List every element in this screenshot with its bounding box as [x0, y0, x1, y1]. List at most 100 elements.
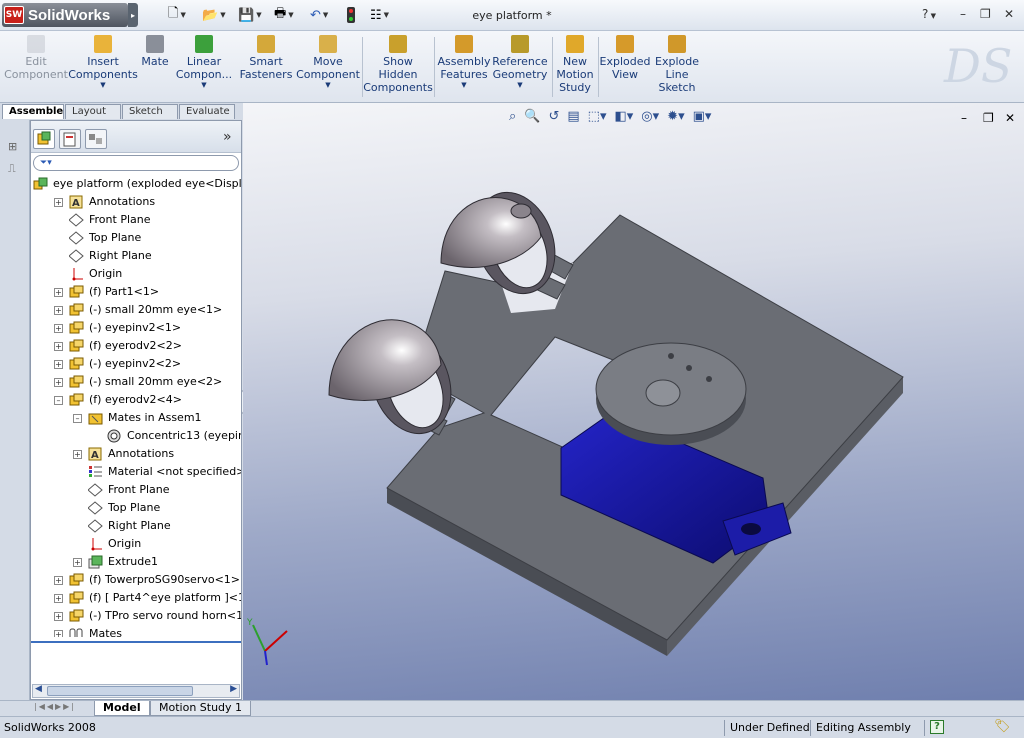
rebuild-button[interactable] [347, 6, 355, 24]
chevron-down-icon[interactable]: ▼ [325, 81, 330, 90]
chevron-down-icon[interactable]: ▼ [517, 81, 522, 90]
expand-icon[interactable]: + [54, 360, 63, 369]
feature-tree-tab[interactable] [33, 129, 55, 149]
open-button[interactable]: 📂 ▼ [202, 6, 226, 24]
tree-item[interactable]: + Mates [31, 625, 241, 637]
ribbon-button-1[interactable]: Insert Components ▼ [68, 35, 138, 101]
expand-icon[interactable]: + [54, 324, 63, 333]
tab-sketch[interactable]: Sketch [122, 104, 178, 119]
tree-item[interactable]: + (-) eyepinv2<2> [31, 355, 241, 373]
tree-item[interactable]: Material <not specified> [31, 463, 241, 481]
new-file-icon: 🗋 [168, 6, 179, 21]
undo-icon: ↶ [310, 7, 321, 23]
graphics-area[interactable]: ⌕ 🔍 ↺ ▤ ⬚▾ ◧▾ ◎▾ ✹▾ ▣▾ – ❐ ✕ Y [243, 103, 1024, 700]
ribbon-button-6[interactable]: Show Hidden Components [363, 35, 433, 101]
tab-model[interactable]: Model [94, 701, 150, 716]
help-button[interactable]: ? ▼ [922, 7, 936, 21]
tree-item[interactable]: Top Plane [31, 499, 241, 517]
tree-item[interactable]: + A Annotations [31, 193, 241, 211]
reference-geometry-icon [511, 35, 529, 53]
collapse-icon[interactable]: – [54, 396, 63, 405]
expand-icon[interactable]: + [54, 306, 63, 315]
close-button[interactable]: ✕ [1004, 7, 1014, 21]
ribbon-button-3[interactable]: Linear Compon... ▼ [174, 35, 234, 101]
tree-item[interactable]: eye platform (exploded eye<Display S [31, 175, 241, 193]
tree-item[interactable]: + A Annotations [31, 445, 241, 463]
tree-item[interactable]: Right Plane [31, 247, 241, 265]
expand-icon[interactable]: + [54, 576, 63, 585]
tab-layout[interactable]: Layout [65, 104, 121, 119]
ribbon-button-11[interactable]: Explode Line Sketch [652, 35, 702, 101]
tree-item[interactable]: Front Plane [31, 211, 241, 229]
scroll-thumb[interactable] [47, 686, 193, 696]
ribbon-button-2[interactable]: Mate [138, 35, 172, 101]
expand-icon[interactable]: + [54, 594, 63, 603]
minimize-button[interactable]: – [960, 7, 966, 21]
tree-horizontal-scrollbar[interactable]: ◀ ▶ [32, 684, 240, 698]
tab-assemble[interactable]: Assemble [2, 104, 64, 119]
collapse-icon[interactable]: – [73, 414, 82, 423]
ribbon-button-4[interactable]: Smart Fasteners [238, 35, 294, 101]
expand-icon[interactable]: + [54, 342, 63, 351]
expand-icon[interactable]: + [54, 378, 63, 387]
tree-item[interactable]: Top Plane [31, 229, 241, 247]
ribbon-button-10[interactable]: Exploded View [600, 35, 650, 101]
tab-nav-arrows[interactable]: |◀◀▶▶| [34, 702, 76, 711]
tree-item[interactable]: Concentric13 (eyepinv2<2 [31, 427, 241, 445]
expand-icon[interactable]: + [73, 558, 82, 567]
save-button[interactable]: 💾 ▼ [238, 6, 262, 24]
new-document-button[interactable]: 🗋 ▼ [168, 6, 186, 24]
ribbon-button-label: Insert [87, 55, 119, 68]
tree-item[interactable]: + (-) small 20mm eye<2> [31, 373, 241, 391]
tag-icon[interactable]: 🏷 [994, 719, 1011, 734]
horn-hole [668, 353, 674, 359]
expand-panel-icon[interactable]: » [223, 129, 232, 145]
command-manager: Edit Component Insert Components ▼ Mate Linear… [0, 31, 1024, 103]
tree-item[interactable]: Origin [31, 535, 241, 553]
tab-motion-study-1[interactable]: Motion Study 1 [150, 701, 252, 716]
print-button[interactable]: 🖶 ▼ [274, 6, 294, 24]
ribbon-button-0[interactable]: Edit Component [4, 35, 68, 101]
ribbon-button-label: Component [4, 68, 68, 81]
tree-item[interactable]: Origin [31, 265, 241, 283]
expand-icon[interactable]: + [54, 630, 63, 637]
property-manager-tab[interactable] [59, 129, 81, 149]
configuration-manager-tab[interactable] [85, 129, 107, 149]
ribbon-button-7[interactable]: Assembly Features ▼ [437, 35, 491, 101]
ribbon-button-5[interactable]: Move Component ▼ [296, 35, 360, 101]
tree-item[interactable]: – (f) eyerodv2<4> [31, 391, 241, 409]
scroll-left-icon[interactable]: ◀ [35, 684, 42, 694]
chevron-down-icon[interactable]: ▼ [100, 81, 105, 90]
tree-item[interactable]: + (f) [ Part4^eye platform ]<1> [31, 589, 241, 607]
filter-input[interactable]: ⏷▾ [33, 155, 239, 171]
chevron-down-icon[interactable]: ▼ [201, 81, 206, 90]
tree-item[interactable]: + (-) eyepinv2<1> [31, 319, 241, 337]
tree-item[interactable]: – Mates in Assem1 [31, 409, 241, 427]
expand-icon[interactable]: + [73, 450, 82, 459]
options-button[interactable]: ☷ ▼ [370, 6, 389, 24]
tree-item[interactable]: Front Plane [31, 481, 241, 499]
menu-expand-icon[interactable]: ▸ [128, 3, 138, 27]
expand-icon[interactable]: + [54, 612, 63, 621]
tree-item[interactable]: + (f) eyerodv2<2> [31, 337, 241, 355]
tree-item[interactable]: + (-) TPro servo round horn<1> [31, 607, 241, 625]
scroll-right-icon[interactable]: ▶ [230, 684, 237, 694]
tool-icon[interactable]: ⎍ [8, 162, 22, 176]
undo-button[interactable]: ↶ ▼ [310, 6, 328, 24]
chevron-down-icon[interactable]: ▼ [461, 81, 466, 90]
tree-item[interactable]: Right Plane [31, 517, 241, 535]
solidworks-logo[interactable]: SW SolidWorks [2, 3, 128, 27]
quick-tips-icon[interactable]: ? [930, 720, 944, 734]
tool-icon[interactable]: ⊞ [8, 140, 22, 154]
ribbon-button-9[interactable]: New Motion Study [556, 35, 594, 101]
tree-item[interactable]: + (f) TowerproSG90servo<1> [31, 571, 241, 589]
expand-icon[interactable]: + [54, 198, 63, 207]
tree-item[interactable]: + (-) small 20mm eye<1> [31, 301, 241, 319]
restore-button[interactable]: ❐ [980, 7, 991, 21]
left-tool-strip: ⊞ ⎍ [0, 120, 30, 716]
tab-evaluate[interactable]: Evaluate [179, 104, 235, 119]
tree-item[interactable]: + (f) Part1<1> [31, 283, 241, 301]
expand-icon[interactable]: + [54, 288, 63, 297]
ribbon-button-8[interactable]: Reference Geometry ▼ [492, 35, 548, 101]
tree-item[interactable]: + Extrude1 [31, 553, 241, 571]
